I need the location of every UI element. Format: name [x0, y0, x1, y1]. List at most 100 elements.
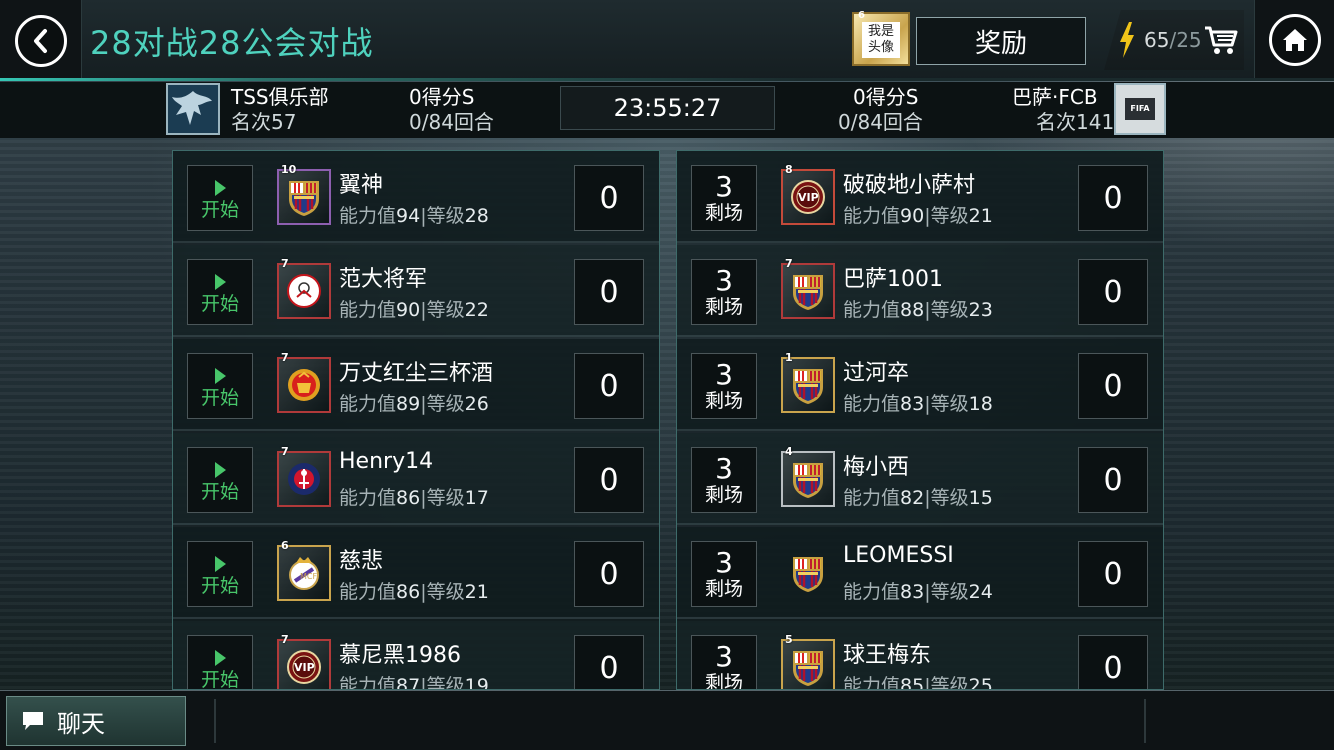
ability-label: 能力值: [843, 299, 901, 321]
ability-value: 89: [396, 393, 421, 415]
badge-level: 10: [281, 163, 297, 176]
player-score: 0: [1078, 353, 1148, 419]
badge-level: 7: [785, 257, 793, 270]
ability-value: 87: [396, 675, 421, 690]
grade-value: 24: [968, 581, 993, 603]
home-icon: [1283, 29, 1307, 51]
ability-label: 能力值: [339, 487, 397, 509]
grade-value: 23: [968, 299, 993, 321]
reward-button[interactable]: 奖励: [916, 17, 1086, 65]
remaining-count: 3: [715, 640, 733, 673]
player-row: 3 剩场 8 VIP 破破地小萨村 能力值90|等级21 0: [677, 151, 1163, 243]
ability-label: 能力值: [339, 205, 397, 227]
player-club-badge: 8 VIP: [781, 163, 835, 225]
left-guild-roster: 开始 10 翼神 能力值94|等级28 0 开始 7 范大将军 能力值90|等级22 0 开始 7 万丈…: [172, 150, 660, 690]
chat-divider: [214, 699, 216, 743]
svg-text:MCF: MCF: [300, 572, 317, 581]
page-title: 28对战28公会对战: [90, 24, 374, 62]
player-club-badge: [781, 545, 835, 601]
badge-level: 8: [785, 163, 793, 176]
club-crest-icon: MCF: [285, 553, 323, 593]
player-club-badge: 7: [277, 351, 331, 413]
back-button[interactable]: [15, 15, 67, 67]
player-row: 3 剩场 LEOMESSI 能力值83|等级24 0: [677, 527, 1163, 619]
play-icon: [214, 368, 226, 384]
start-match-button[interactable]: 开始: [187, 635, 253, 689]
player-club-badge: 1: [781, 351, 835, 413]
ability-value: 83: [900, 581, 925, 603]
chat-bubble-icon: [23, 712, 43, 730]
player-row: 3 剩场 4 梅小西 能力值82|等级15 0: [677, 433, 1163, 525]
start-label: 开始: [200, 575, 239, 597]
ability-value: 88: [900, 299, 925, 321]
svg-text:VIP: VIP: [798, 191, 819, 204]
player-avatar[interactable]: 6 我是 头像: [852, 10, 910, 66]
shopping-cart-icon[interactable]: [1204, 24, 1238, 56]
home-button[interactable]: [1269, 14, 1321, 66]
grade-label: |等级: [924, 205, 969, 227]
start-match-button[interactable]: 开始: [187, 259, 253, 325]
player-row: 3 剩场 7 巴萨1001 能力值88|等级23 0: [677, 245, 1163, 337]
player-club-badge: 7: [277, 445, 331, 507]
player-stats: 能力值86|等级21: [339, 577, 489, 604]
start-match-button[interactable]: 开始: [187, 447, 253, 513]
player-score: 0: [1078, 259, 1148, 325]
play-icon: [214, 462, 226, 478]
club-crest-icon: [789, 553, 827, 593]
start-match-button[interactable]: 开始: [187, 541, 253, 607]
remaining-label: 剩场: [704, 296, 743, 318]
player-score: 0: [574, 259, 644, 325]
grade-value: 21: [464, 581, 489, 603]
left-guild-rounds: 0/84回合: [409, 110, 494, 134]
player-stats: 能力值94|等级28: [339, 201, 489, 228]
energy-counter: 65/25: [1104, 10, 1244, 70]
player-stats: 能力值87|等级19: [339, 671, 489, 690]
chat-button[interactable]: 聊天: [6, 696, 186, 746]
start-label: 开始: [200, 199, 239, 221]
guild-scoreboard: TSS俱乐部 名次57 0得分S 0/84回合 23:55:27 0得分S 0/…: [0, 82, 1334, 138]
ability-value: 86: [396, 581, 421, 603]
player-name: LEOMESSI: [843, 543, 954, 568]
player-stats: 能力值85|等级25: [843, 671, 993, 690]
avatar-text-line1: 我是: [867, 24, 894, 39]
ability-label: 能力值: [843, 393, 901, 415]
play-icon: [214, 180, 226, 196]
ability-label: 能力值: [843, 675, 901, 690]
club-crest-icon: [285, 271, 323, 311]
play-icon: [214, 274, 226, 290]
remaining-label: 剩场: [704, 672, 743, 690]
player-score: 0: [1078, 447, 1148, 513]
start-match-button[interactable]: 开始: [187, 165, 253, 231]
grade-label: |等级: [420, 675, 465, 690]
player-stats: 能力值83|等级18: [843, 389, 993, 416]
player-row: 开始 7 万丈红尘三杯酒 能力值89|等级26 0: [173, 339, 659, 431]
chat-label: 聊天: [57, 709, 105, 738]
grade-label: |等级: [420, 205, 465, 227]
grade-label: |等级: [924, 675, 969, 690]
home-button-area: [1254, 0, 1334, 80]
grade-label: |等级: [420, 299, 465, 321]
fifa-badge: FIFA: [1125, 98, 1155, 120]
remaining-label: 剩场: [704, 484, 743, 506]
ability-value: 86: [396, 487, 421, 509]
left-guild-rank: 名次57: [231, 110, 297, 134]
player-club-badge: 4: [781, 445, 835, 507]
player-score: 0: [574, 447, 644, 513]
player-club-badge: 10: [277, 163, 331, 225]
grade-label: |等级: [924, 393, 969, 415]
start-label: 开始: [200, 293, 239, 315]
remaining-count: 3: [715, 358, 733, 391]
badge-level: 1: [785, 351, 793, 364]
start-match-button[interactable]: 开始: [187, 353, 253, 419]
club-crest-icon: [789, 459, 827, 499]
remaining-label: 剩场: [704, 578, 743, 600]
right-guild-name: 巴萨·FCB: [1012, 85, 1098, 109]
ability-label: 能力值: [339, 299, 397, 321]
dragon-crest-icon: [172, 91, 212, 125]
player-name: 球王梅东: [843, 643, 932, 668]
left-guild-crest: [166, 83, 220, 135]
ability-value: 85: [900, 675, 925, 690]
ability-value: 83: [900, 393, 925, 415]
player-row: 开始 7 VIP 慕尼黑1986 能力值87|等级19 0: [173, 621, 659, 690]
energy-current: 65: [1144, 28, 1170, 52]
